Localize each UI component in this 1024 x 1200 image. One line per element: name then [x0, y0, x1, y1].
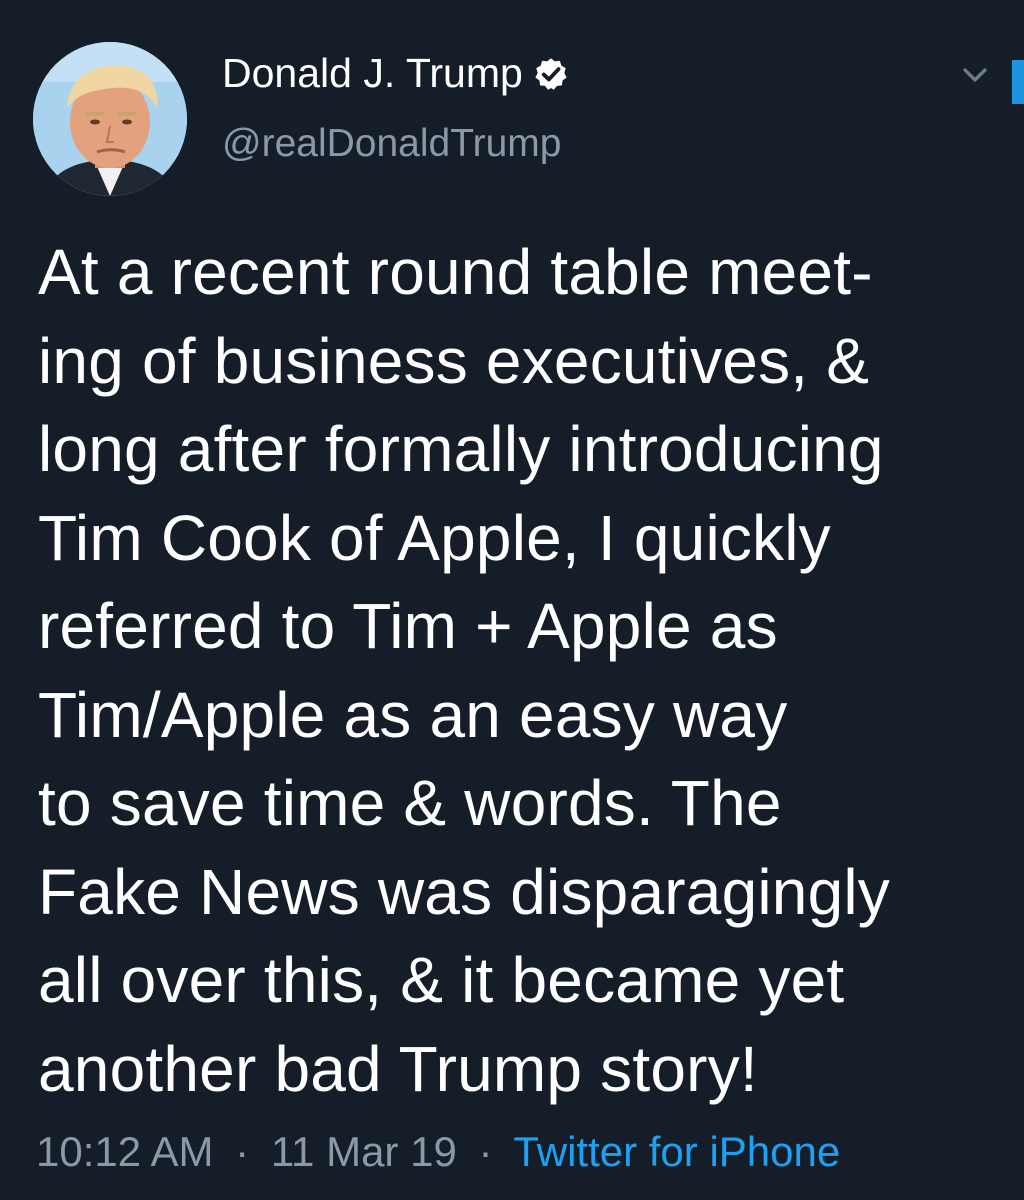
profile-avatar[interactable] [33, 42, 187, 196]
meta-separator: · [478, 1128, 493, 1175]
display-name-text: Donald J. Trump [222, 50, 523, 96]
verified-badge-icon [533, 56, 569, 92]
tweet-text-line: Tim Cook of Apple, I quickly [38, 501, 831, 574]
chevron-down-icon[interactable] [958, 58, 992, 92]
tweet-text-line: Fake News was disparagingly [38, 855, 890, 928]
tweet-text-line: ing of business executives, & [38, 324, 870, 397]
tweet-text-line: At a recent round table meet- [38, 236, 873, 308]
tweet-text-line: Tim/Apple as an easy way [38, 678, 788, 751]
tweet-text-line: another bad Trump story! [38, 1032, 758, 1105]
tweet-text: At a recent round table meet- ing of bus… [38, 228, 998, 1113]
display-name[interactable]: Donald J. Trump [222, 50, 569, 97]
meta-separator: · [235, 1128, 250, 1175]
tweet-text-line: long after formally introducing [38, 413, 884, 485]
tweet-source-link[interactable]: Twitter for iPhone [513, 1128, 840, 1175]
edge-accent [1012, 60, 1024, 104]
tweet-text-line: to save time & words. The [38, 767, 782, 839]
tweet-time[interactable]: 10:12 AM [36, 1128, 213, 1175]
tweet-meta: 10:12 AM · 11 Mar 19 · Twitter for iPhon… [36, 1128, 840, 1176]
avatar-image [33, 42, 187, 196]
tweet-text-line: referred to Tim + Apple as [38, 590, 778, 662]
tweet-text-line: all over this, & it became yet [38, 944, 845, 1016]
user-handle[interactable]: @realDonaldTrump [222, 122, 561, 166]
tweet-card: Donald J. Trump @realDonaldTrump At a re… [0, 0, 1024, 1200]
tweet-date[interactable]: 11 Mar 19 [271, 1128, 457, 1175]
